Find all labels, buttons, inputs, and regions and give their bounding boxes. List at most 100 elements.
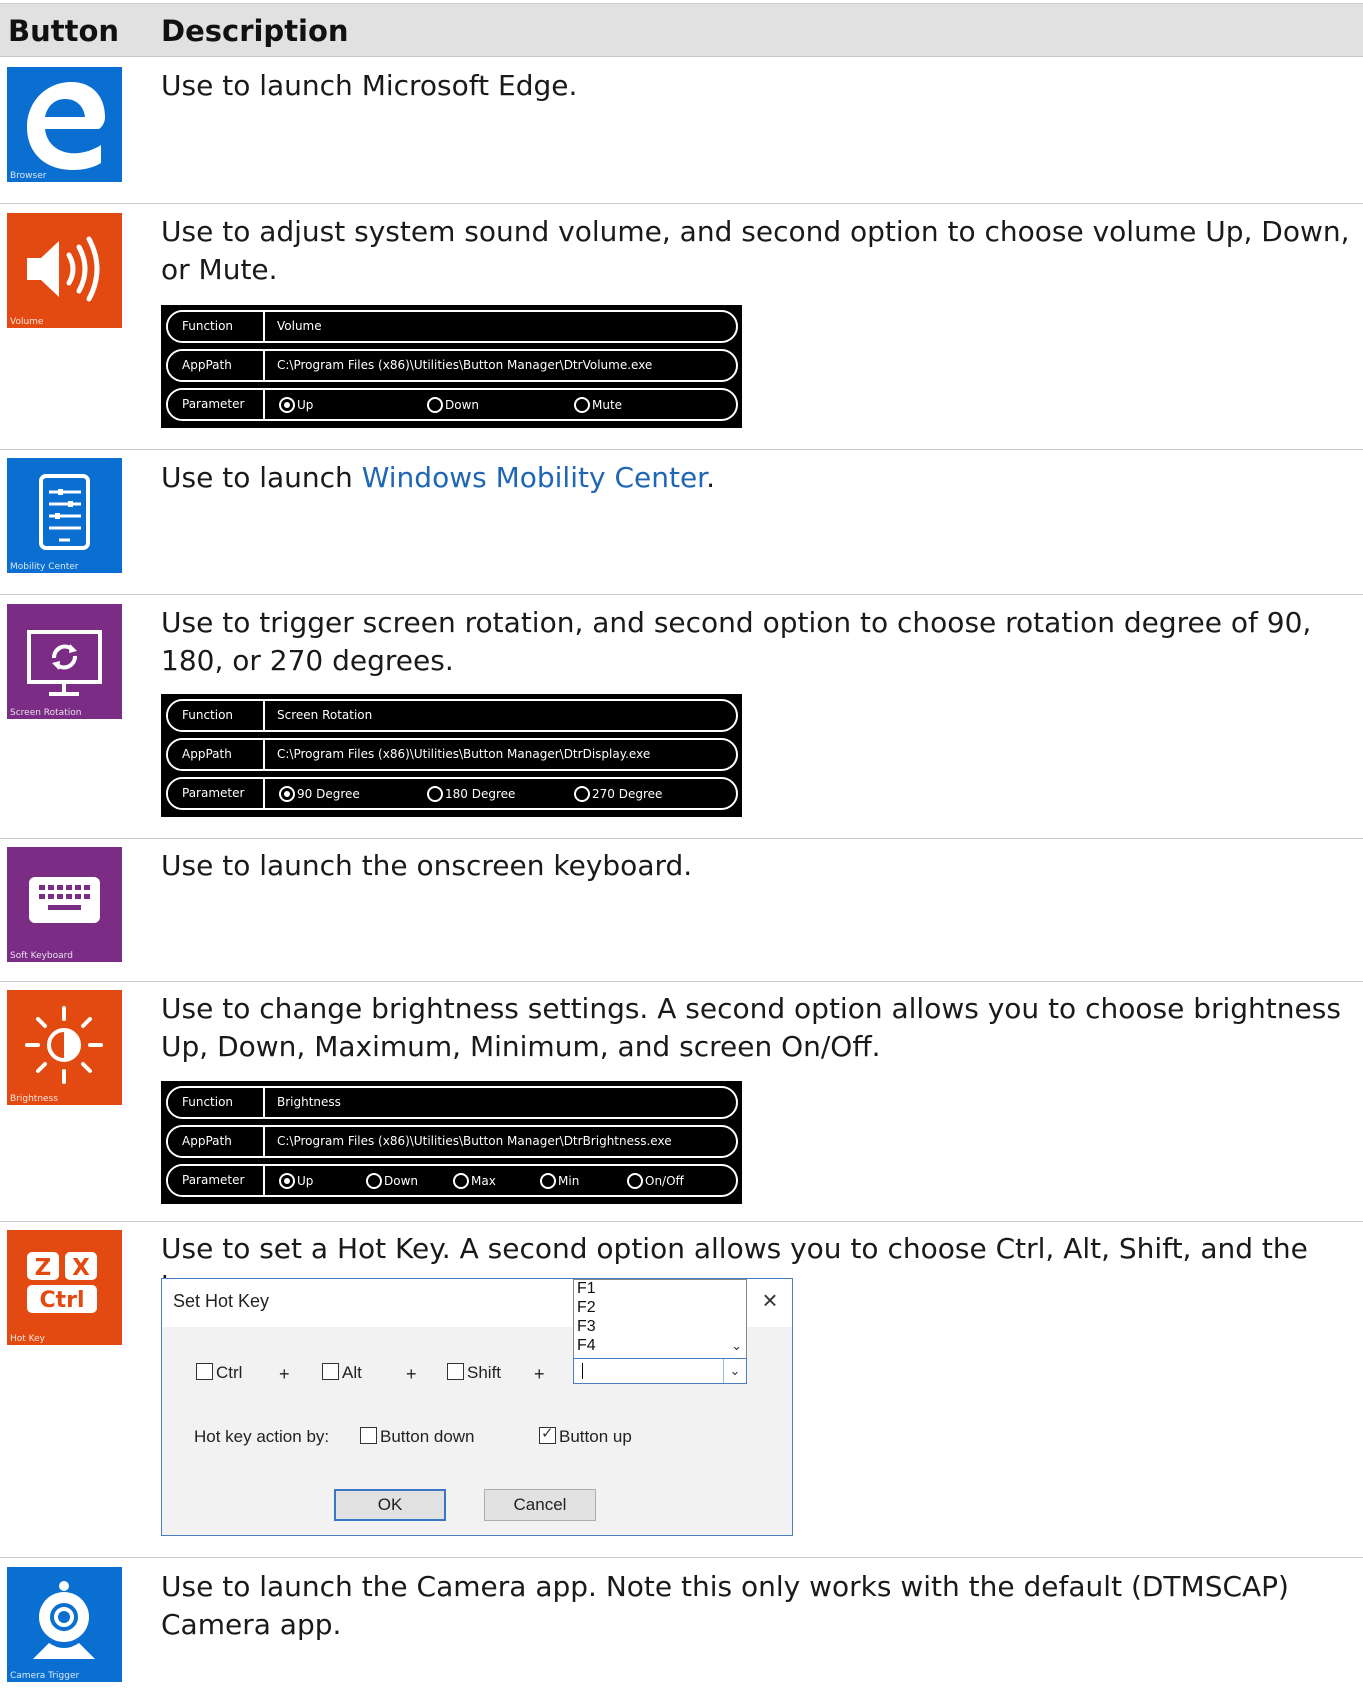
parameter-label: Parameter xyxy=(168,390,263,419)
checkbox-label: Alt xyxy=(342,1363,362,1382)
radio-180-degree[interactable]: 180 Degree xyxy=(427,784,515,804)
function-row: Function Screen Rotation xyxy=(166,699,738,732)
alt-checkbox[interactable]: Alt xyxy=(322,1363,362,1383)
camera-icon xyxy=(33,1581,95,1659)
tile-label: Screen Rotation xyxy=(10,708,82,718)
key-combobox[interactable]: ⌄ xyxy=(573,1358,747,1384)
chevron-down-icon[interactable]: ⌄ xyxy=(723,1359,746,1383)
key-option-f3[interactable]: F3 xyxy=(577,1318,596,1336)
parameter-row: Parameter Up Down Mute xyxy=(166,388,738,421)
radio-icon xyxy=(627,1172,643,1189)
row-divider xyxy=(0,1557,1363,1558)
key-z-label: Z xyxy=(35,1255,52,1281)
column-header-description: Description xyxy=(161,14,349,48)
description-browser: Use to launch Microsoft Edge. xyxy=(161,69,578,102)
row-divider xyxy=(0,203,1363,204)
ok-button[interactable]: OK xyxy=(334,1489,446,1521)
radio-selected-icon xyxy=(279,396,295,413)
radio-label: On/Off xyxy=(645,1174,684,1188)
hot-key-action-label: Hot key action by: xyxy=(194,1427,330,1446)
column-header-button: Button xyxy=(8,14,120,48)
tile-label: Hot Key xyxy=(10,1334,45,1344)
dialog-title: Set Hot Key xyxy=(173,1291,270,1311)
apppath-value[interactable]: C:\Program Files (x86)\Utilities\Button … xyxy=(263,1127,736,1156)
document-page: Button Description Browser Use to launch… xyxy=(0,0,1363,1694)
checkbox-label: Ctrl xyxy=(216,1363,243,1382)
checkbox-label: Button down xyxy=(380,1427,475,1446)
plus-sign: + xyxy=(279,1364,290,1384)
row-divider xyxy=(0,594,1363,595)
function-row: Function Volume xyxy=(166,310,738,343)
radio-90-degree[interactable]: 90 Degree xyxy=(279,784,360,804)
function-value[interactable]: Brightness xyxy=(263,1088,736,1117)
key-option-f2[interactable]: F2 xyxy=(577,1299,596,1317)
function-value[interactable]: Volume xyxy=(263,312,736,341)
tile-label: Soft Keyboard xyxy=(10,951,73,961)
key-dropdown-list: F1 F2 F3 F4 ⌄ xyxy=(573,1279,747,1359)
key-option-f1[interactable]: F1 xyxy=(577,1280,596,1298)
radio-down[interactable]: Down xyxy=(427,395,479,415)
radio-270-degree[interactable]: 270 Degree xyxy=(574,784,662,804)
parameter-options: Up Down Mute xyxy=(263,390,736,419)
radio-icon xyxy=(427,785,443,802)
radio-icon xyxy=(427,396,443,413)
brightness-settings-panel: Function Brightness AppPath C:\Program F… xyxy=(161,1081,742,1204)
parameter-row: Parameter 90 Degree 180 Degree 270 Degre… xyxy=(166,777,738,810)
soft-keyboard-tile: Soft Keyboard xyxy=(7,847,122,962)
tile-label: Camera Trigger xyxy=(10,1671,80,1681)
function-value[interactable]: Screen Rotation xyxy=(263,701,736,730)
parameter-options: 90 Degree 180 Degree 270 Degree xyxy=(263,779,736,808)
apppath-value[interactable]: C:\Program Files (x86)\Utilities\Button … xyxy=(263,351,736,380)
radio-selected-icon xyxy=(279,1172,295,1189)
parameter-options: Up Down Max Min On/Off xyxy=(263,1166,736,1195)
radio-icon xyxy=(540,1172,556,1189)
checkbox-label: Button up xyxy=(559,1427,632,1446)
tile-label: Volume xyxy=(10,317,44,327)
radio-label: 270 Degree xyxy=(592,787,663,801)
scroll-down-icon[interactable]: ⌄ xyxy=(731,1338,742,1354)
mobility-center-icon xyxy=(39,474,90,550)
description-text: Use to launch xyxy=(161,461,362,494)
function-label: Function xyxy=(168,1088,263,1117)
radio-icon xyxy=(453,1172,469,1189)
description-volume: Use to adjust system sound volume, and s… xyxy=(161,215,1350,286)
description-brightness: Use to change brightness settings. A sec… xyxy=(161,992,1341,1063)
radio-label: Down xyxy=(445,398,480,412)
tile-label: Mobility Center xyxy=(10,562,79,572)
text-cursor xyxy=(582,1363,583,1379)
table-header: Button Description xyxy=(0,3,1363,57)
key-option-f4[interactable]: F4 xyxy=(577,1337,596,1355)
button-down-checkbox[interactable]: Button down xyxy=(360,1427,475,1447)
ctrl-checkbox[interactable]: Ctrl xyxy=(196,1363,242,1383)
browser-tile: Browser xyxy=(7,67,122,182)
camera-trigger-tile: Camera Trigger xyxy=(7,1567,122,1682)
shift-checkbox[interactable]: Shift xyxy=(447,1363,501,1383)
checkbox-icon xyxy=(447,1363,464,1381)
radio-label: 90 Degree xyxy=(297,787,360,801)
keyboard-icon xyxy=(29,877,100,923)
checkbox-label: Shift xyxy=(467,1363,502,1382)
screen-rotation-icon xyxy=(27,630,102,696)
mobility-center-tile: Mobility Center xyxy=(7,458,122,573)
radio-mute[interactable]: Mute xyxy=(574,395,622,415)
windows-mobility-center-link[interactable]: Windows Mobility Center xyxy=(362,461,706,494)
radio-on-off[interactable]: On/Off xyxy=(627,1171,684,1191)
checkbox-icon xyxy=(322,1363,339,1381)
radio-selected-icon xyxy=(279,785,295,802)
radio-up[interactable]: Up xyxy=(279,395,313,415)
parameter-label: Parameter xyxy=(168,779,263,808)
radio-up[interactable]: Up xyxy=(279,1171,313,1191)
plus-sign: + xyxy=(534,1364,545,1384)
rotation-settings-panel: Function Screen Rotation AppPath C:\Prog… xyxy=(161,694,742,817)
cancel-button[interactable]: Cancel xyxy=(484,1489,596,1521)
apppath-value[interactable]: C:\Program Files (x86)\Utilities\Button … xyxy=(263,740,736,769)
radio-min[interactable]: Min xyxy=(540,1171,579,1191)
row-divider xyxy=(0,838,1363,839)
radio-max[interactable]: Max xyxy=(453,1171,496,1191)
radio-down[interactable]: Down xyxy=(366,1171,418,1191)
radio-label: Min xyxy=(558,1174,580,1188)
button-up-checkbox[interactable]: Button up xyxy=(539,1424,632,1447)
radio-icon xyxy=(366,1172,382,1189)
function-row: Function Brightness xyxy=(166,1086,738,1119)
close-icon[interactable]: × xyxy=(756,1287,784,1315)
